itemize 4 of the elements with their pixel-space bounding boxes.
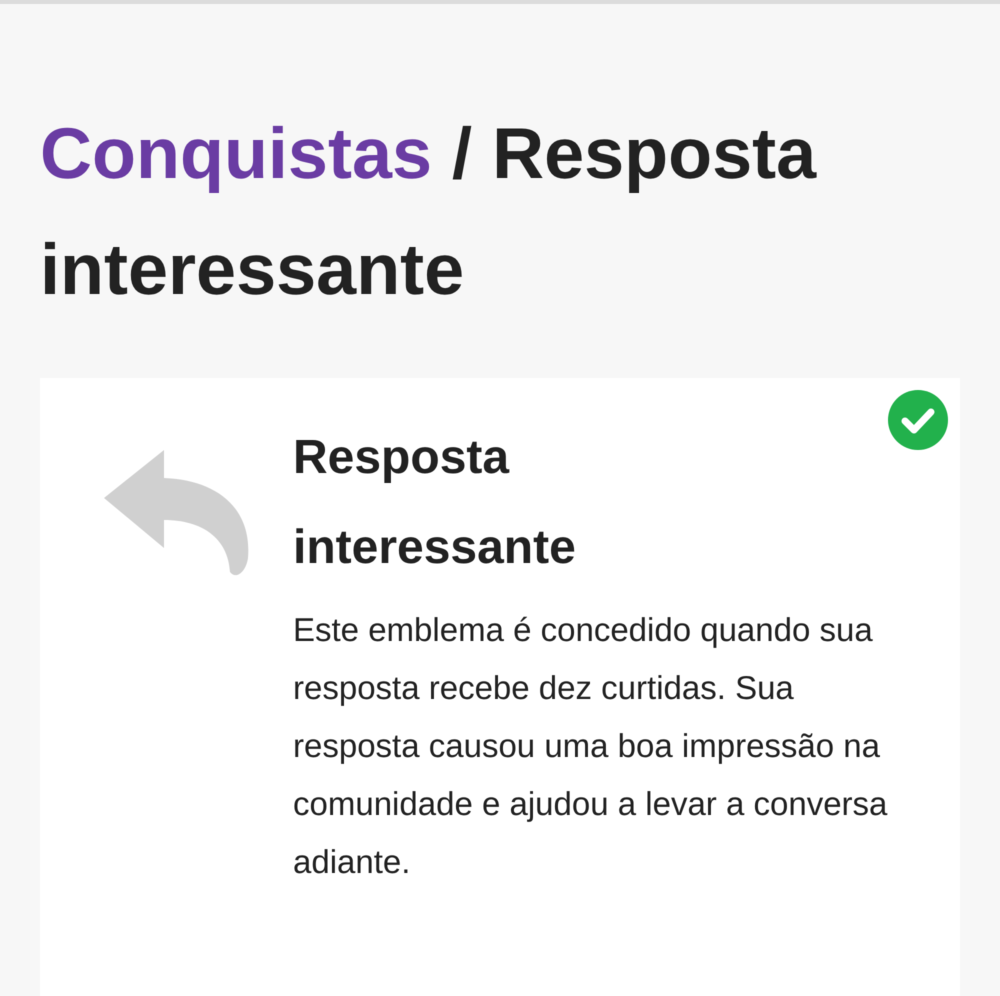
page-title: Conquistas / Resposta interessante: [40, 113, 818, 312]
badge-description: Este emblema é concedido quando sua resposta recebe dez curtidas. Sua resposta causou uma boa impressão na comunidade e ajudou a levar a conversa adiante.: [293, 610, 888, 882]
breadcrumb-link[interactable]: Conquistas: [40, 114, 432, 194]
badge-title: Resposta interessante: [293, 430, 577, 576]
